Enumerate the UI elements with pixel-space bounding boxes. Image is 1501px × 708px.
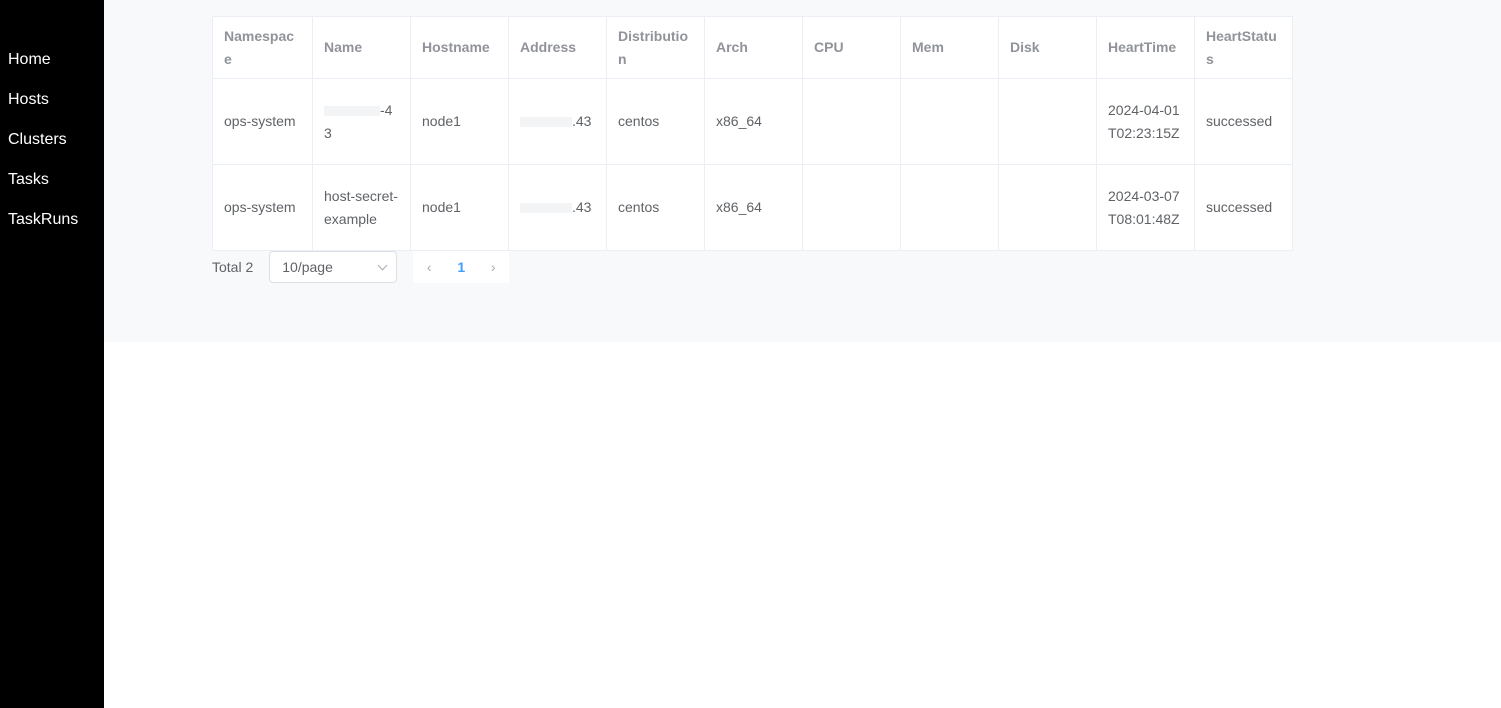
page-number-1[interactable]: 1 (445, 251, 478, 283)
chevron-down-icon (377, 260, 388, 270)
table-row[interactable]: ops-system -43 node1 .43 centos x86_64 2… (212, 78, 1293, 165)
nav-item-tasks[interactable]: Tasks (8, 168, 78, 208)
column-header-namespace: Namespace (212, 16, 313, 79)
pagination: Total 2 10/page ‹ 1 › (212, 251, 510, 283)
main-content: Namespace Name Hostname Address Distribu… (104, 0, 1501, 342)
table-header-row: Namespace Name Hostname Address Distribu… (212, 16, 1293, 79)
cell-mem (900, 78, 999, 165)
cell-hearttime: 2024-03-07T08:01:48Z (1096, 164, 1195, 251)
cell-heartstatus: successed (1194, 164, 1293, 251)
nav-menu: Home Hosts Clusters Tasks TaskRuns (8, 48, 78, 248)
hosts-table: Namespace Name Hostname Address Distribu… (212, 16, 1293, 251)
column-header-heartstatus: HeartStatus (1194, 16, 1293, 79)
cell-arch: x86_64 (704, 164, 803, 251)
nav-item-home[interactable]: Home (8, 48, 78, 88)
column-header-cpu: CPU (802, 16, 901, 79)
cell-distribution: centos (606, 78, 705, 165)
nav-item-taskruns[interactable]: TaskRuns (8, 208, 78, 248)
redacted-text (324, 105, 380, 116)
prev-page-button[interactable]: ‹ (413, 251, 446, 283)
cell-arch: x86_64 (704, 78, 803, 165)
cell-hostname: node1 (410, 164, 509, 251)
cell-namespace: ops-system (212, 78, 313, 165)
cell-disk (998, 164, 1097, 251)
table-row[interactable]: ops-system host-secret-example node1 .43… (212, 164, 1293, 251)
redacted-text (520, 203, 572, 214)
table-body: ops-system -43 node1 .43 centos x86_64 2… (212, 78, 1293, 251)
cell-name: -43 (312, 78, 411, 165)
chevron-left-icon: ‹ (426, 259, 432, 275)
next-page-button[interactable]: › (477, 251, 510, 283)
column-header-disk: Disk (998, 16, 1097, 79)
cell-hostname: node1 (410, 78, 509, 165)
column-header-name: Name (312, 16, 411, 79)
column-header-hearttime: HeartTime (1096, 16, 1195, 79)
page-size-value: 10/page (282, 259, 333, 275)
nav-item-hosts[interactable]: Hosts (8, 88, 78, 128)
column-header-address: Address (508, 16, 607, 79)
cell-heartstatus: successed (1194, 78, 1293, 165)
cell-distribution: centos (606, 164, 705, 251)
cell-name: host-secret-example (312, 164, 411, 251)
cell-cpu (802, 164, 901, 251)
sidebar: Home Hosts Clusters Tasks TaskRuns (0, 0, 104, 708)
cell-namespace: ops-system (212, 164, 313, 251)
column-header-hostname: Hostname (410, 16, 509, 79)
cell-cpu (802, 78, 901, 165)
cell-hearttime: 2024-04-01T02:23:15Z (1096, 78, 1195, 165)
page-size-select[interactable]: 10/page (269, 251, 398, 283)
redacted-text (520, 117, 572, 128)
cell-mem (900, 164, 999, 251)
cell-address: .43 (508, 78, 607, 165)
column-header-arch: Arch (704, 16, 803, 79)
cell-disk (998, 78, 1097, 165)
chevron-right-icon: › (490, 259, 496, 275)
column-header-distribution: Distribution (606, 16, 705, 79)
total-count: Total 2 (212, 259, 254, 275)
nav-item-clusters[interactable]: Clusters (8, 128, 78, 168)
cell-address: .43 (508, 164, 607, 251)
address-suffix: .43 (572, 199, 592, 215)
column-header-mem: Mem (900, 16, 999, 79)
table-header: Namespace Name Hostname Address Distribu… (212, 16, 1293, 79)
address-suffix: .43 (572, 113, 592, 129)
